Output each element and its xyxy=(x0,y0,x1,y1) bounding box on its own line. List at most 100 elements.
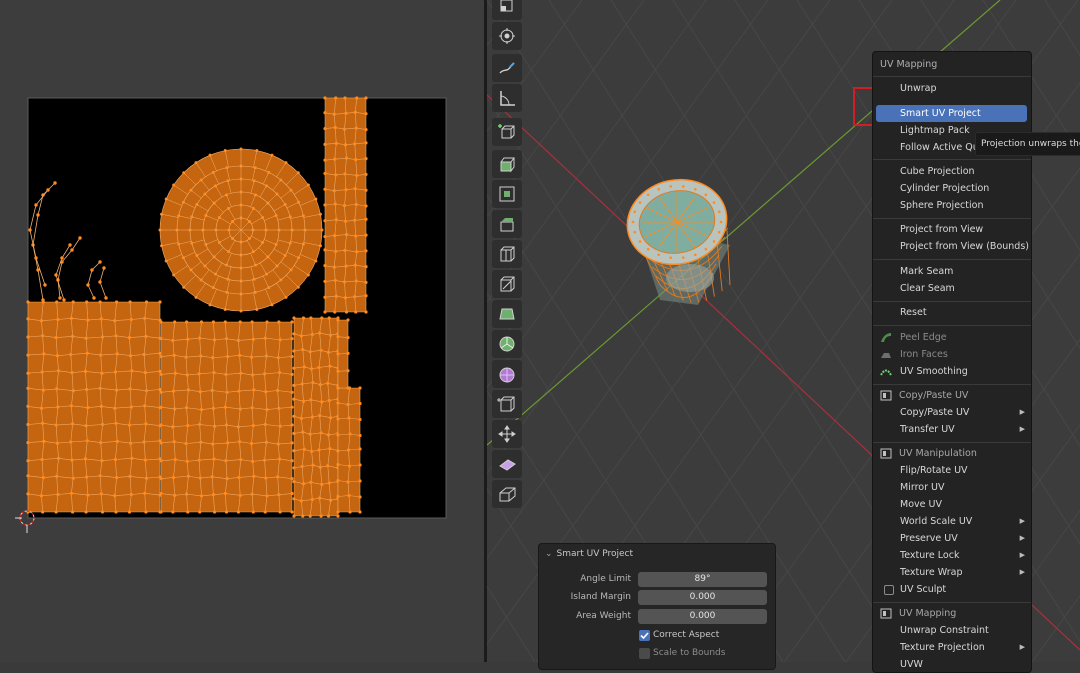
menu-item-flip-rotate-uv[interactable]: Flip/Rotate UV xyxy=(873,462,1031,479)
extrude-region-tool[interactable] xyxy=(492,150,522,178)
menu-item-preserve-uv[interactable]: Preserve UV ▶ xyxy=(873,530,1031,547)
menu-item-label: Project from View (Bounds) xyxy=(900,241,1029,252)
menu-item-uv-sculpt[interactable]: UV Sculpt xyxy=(873,581,1031,598)
addon-icon xyxy=(880,448,892,459)
menu-item-label: Move UV xyxy=(900,499,942,510)
uv-smoothing-icon xyxy=(880,369,892,376)
menu-item-reset[interactable]: Reset xyxy=(873,304,1031,321)
menu-title: UV Mapping xyxy=(880,59,938,70)
menu-item-world-scale-uv[interactable]: World Scale UV ▶ xyxy=(873,513,1031,530)
operator-panel-header[interactable]: ⌄ Smart UV Project xyxy=(545,549,633,559)
menu-item-sphere-projection[interactable]: Sphere Projection xyxy=(873,197,1031,214)
iron-faces-icon xyxy=(881,353,891,358)
menu-separator xyxy=(873,602,1031,603)
uv-sculpt-checkbox[interactable] xyxy=(884,585,894,595)
area-weight-label: Area Weight xyxy=(576,611,631,621)
annotate-tool[interactable] xyxy=(492,54,522,82)
edge-slide-tool[interactable] xyxy=(492,390,522,418)
bevel-tool[interactable] xyxy=(492,210,522,238)
loop-cut-tool[interactable] xyxy=(492,240,522,268)
menu-item-smart-uv-project[interactable]: Smart UV Project xyxy=(876,105,1027,122)
menu-item-uv-smoothing[interactable]: UV Smoothing xyxy=(873,363,1031,380)
submenu-arrow-icon: ▶ xyxy=(1019,568,1025,576)
menu-item-transfer-uv[interactable]: Transfer UV ▶ xyxy=(873,421,1031,438)
menu-item-label: Peel Edge xyxy=(900,332,947,343)
uv-island-middle xyxy=(159,320,294,514)
inset-faces-tool[interactable] xyxy=(492,180,522,208)
loop-cut-icon xyxy=(500,246,515,262)
uv-island-tall xyxy=(292,316,340,518)
menu-item-texture-projection[interactable]: Texture Projection ▶ xyxy=(873,639,1031,656)
menu-item-iron-faces[interactable]: Iron Faces xyxy=(873,346,1031,363)
poly-build-icon xyxy=(499,308,515,320)
rip-region-icon xyxy=(499,487,516,502)
submenu-arrow-icon: ▶ xyxy=(1019,643,1025,651)
rip-region-tool[interactable] xyxy=(492,480,522,508)
shear-tool[interactable] xyxy=(492,450,522,478)
measure-tool[interactable] xyxy=(492,84,522,112)
menu-item-cylinder-projection[interactable]: Cylinder Projection xyxy=(873,180,1031,197)
menu-item-project-from-view-bounds[interactable]: Project from View (Bounds) xyxy=(873,238,1031,255)
menu-separator xyxy=(873,325,1031,326)
knife-icon xyxy=(500,276,515,292)
menu-item-label: Smart UV Project xyxy=(900,108,981,119)
submenu-arrow-icon: ▶ xyxy=(1019,551,1025,559)
menu-item-label: Texture Projection xyxy=(900,642,985,653)
spin-tool[interactable] xyxy=(492,330,522,358)
angle-limit-field[interactable]: 89° xyxy=(638,572,767,587)
menu-section-label: Copy/Paste UV xyxy=(899,390,969,401)
menu-item-unwrap-constraint[interactable]: Unwrap Constraint xyxy=(873,622,1031,639)
menu-separator xyxy=(873,442,1031,443)
menu-section-copy-paste-uv: Copy/Paste UV xyxy=(873,387,1031,404)
scale-cage-icon xyxy=(500,0,513,12)
menu-item-copy-paste-uv[interactable]: Copy/Paste UV ▶ xyxy=(873,404,1031,421)
uv-canvas[interactable] xyxy=(0,0,484,662)
menu-item-unwrap[interactable]: Unwrap xyxy=(873,80,1031,97)
smooth-vertices-tool[interactable] xyxy=(492,360,522,388)
shear-icon xyxy=(499,459,516,471)
uv-island-top-right xyxy=(323,96,368,314)
scale-cage-tool[interactable] xyxy=(492,0,522,20)
scale-to-bounds-label: Scale to Bounds xyxy=(653,648,726,658)
poly-build-tool[interactable] xyxy=(492,300,522,328)
menu-item-texture-lock[interactable]: Texture Lock ▶ xyxy=(873,547,1031,564)
add-cube-tool[interactable] xyxy=(492,118,522,146)
menu-item-cube-projection[interactable]: Cube Projection xyxy=(873,163,1031,180)
angle-limit-row: Angle Limit 89° xyxy=(539,572,775,588)
smooth-vertices-icon xyxy=(499,367,515,383)
knife-tool[interactable] xyxy=(492,270,522,298)
island-margin-field[interactable]: 0.000 xyxy=(638,590,767,605)
addon-icon xyxy=(880,390,892,401)
menu-item-clear-seam[interactable]: Clear Seam xyxy=(873,280,1031,297)
bevel-icon xyxy=(500,218,514,232)
transform-tool[interactable] xyxy=(492,22,522,50)
menu-separator xyxy=(873,301,1031,302)
operator-panel-smart-uv-project: ⌄ Smart UV Project Angle Limit 89° Island… xyxy=(538,543,776,670)
menu-item-label: Unwrap xyxy=(900,83,937,94)
scale-to-bounds-checkbox[interactable] xyxy=(639,648,650,659)
area-weight-field[interactable]: 0.000 xyxy=(638,609,767,624)
menu-item-label: UV Smoothing xyxy=(900,366,968,377)
menu-item-label: UVW xyxy=(900,659,923,670)
menu-item-label: World Scale UV xyxy=(900,516,973,527)
menu-item-project-from-view[interactable]: Project from View xyxy=(873,221,1031,238)
menu-separator xyxy=(873,259,1031,260)
menu-item-label: Texture Lock xyxy=(900,550,960,561)
uv-editor[interactable] xyxy=(0,0,484,662)
menu-item-label: Flip/Rotate UV xyxy=(900,465,968,476)
menu-item-label: Sphere Projection xyxy=(900,200,984,211)
menu-section-label: UV Mapping xyxy=(899,608,957,619)
correct-aspect-checkbox[interactable] xyxy=(639,630,650,641)
shrink-fatten-tool[interactable] xyxy=(492,420,522,448)
menu-item-mirror-uv[interactable]: Mirror UV xyxy=(873,479,1031,496)
correct-aspect-label: Correct Aspect xyxy=(653,630,720,640)
menu-item-texture-wrap[interactable]: Texture Wrap ▶ xyxy=(873,564,1031,581)
menu-item-label: Mirror UV xyxy=(900,482,945,493)
menu-item-move-uv[interactable]: Move UV xyxy=(873,496,1031,513)
addon-icon xyxy=(880,608,892,619)
menu-separator xyxy=(873,76,1031,77)
menu-item-uvw[interactable]: UVW xyxy=(873,656,1031,673)
menu-item-peel-edge[interactable]: Peel Edge xyxy=(873,329,1031,346)
uv-island-thin xyxy=(336,318,350,390)
menu-item-mark-seam[interactable]: Mark Seam xyxy=(873,263,1031,280)
